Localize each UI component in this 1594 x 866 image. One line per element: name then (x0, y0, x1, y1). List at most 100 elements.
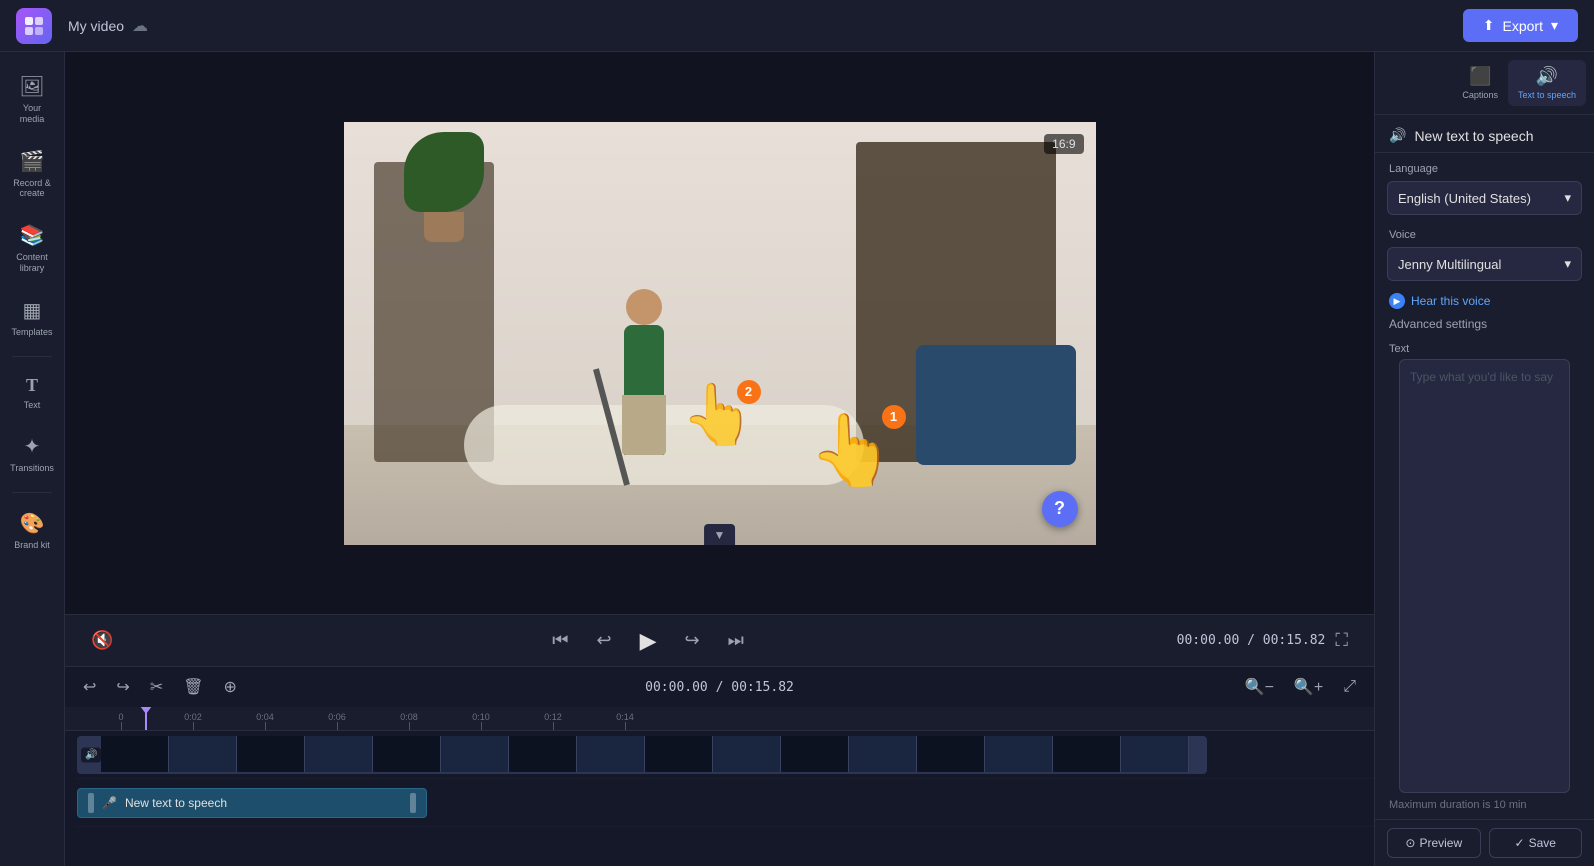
add-media-button[interactable]: ⊕ (218, 673, 243, 701)
sidebar-item-content-library[interactable]: 📚 Contentlibrary (3, 213, 61, 284)
export-button[interactable]: ⬆ Export ▾ (1463, 9, 1578, 42)
tts-panel-header: 🔊 New text to speech (1375, 115, 1594, 153)
language-select[interactable]: English (United States) ▾ (1387, 181, 1582, 215)
person-head (626, 289, 662, 325)
video-preview: 16:9 ? 👆 1 👆 2 (65, 52, 1374, 614)
captions-button[interactable]: ⬛ Captions (1452, 60, 1508, 106)
video-frame: 16:9 ? 👆 1 👆 2 (344, 122, 1096, 545)
ctrl-right: 00:00.00 / 00:15.82 ⛶ (1177, 624, 1354, 657)
ruler-marks: 0 0:02 0:04 0:06 (77, 707, 661, 730)
mute-button[interactable]: 🔇 (85, 624, 119, 657)
tts-text-section: Text (1375, 335, 1594, 793)
fit-button[interactable]: ⤢ (1337, 674, 1362, 700)
tts-tab-button[interactable]: 🔊 Text to speech (1508, 60, 1586, 106)
ruler-mark-7: 0:14 (589, 712, 661, 730)
video-thumb-7 (509, 736, 577, 772)
timeline-area: ↩ ↪ ✂ 🗑 ⊕ 00:00.00 / 00:15.82 🔍− 🔍+ ⤢ (65, 666, 1374, 866)
topbar: My video ☁ ⬆ Export ▾ (0, 0, 1594, 52)
advanced-settings-button[interactable]: Advanced settings (1375, 313, 1594, 335)
export-icon: ⬆ (1483, 17, 1495, 34)
forward-button[interactable]: ↪ (679, 624, 706, 657)
ctrl-left: 🔇 (85, 624, 119, 657)
aspect-ratio-badge: 16:9 (1044, 134, 1083, 154)
delete-button[interactable]: 🗑 (177, 673, 209, 701)
voice-label: Voice (1375, 225, 1594, 247)
transitions-icon: ✦ (24, 434, 41, 459)
preview-button[interactable]: ⊙ Preview (1387, 828, 1481, 858)
preview-collapse-btn[interactable]: ▼ (704, 524, 736, 545)
sidebar-item-brand-kit[interactable]: 🎨 Brand kit (3, 501, 61, 561)
ruler-mark-4: 0:08 (373, 712, 445, 730)
tts-track-left-handle[interactable] (88, 793, 94, 813)
ruler-mark-1: 0:02 (157, 712, 229, 730)
library-icon: 📚 (20, 223, 45, 248)
templates-icon: ▦ (23, 298, 42, 323)
zoom-out-button[interactable]: 🔍− (1239, 673, 1280, 701)
video-thumb-5 (373, 736, 441, 772)
right-panel-top-tabs: ⬛ Captions 🔊 Text to speech (1375, 52, 1594, 115)
redo-button[interactable]: ↪ (110, 673, 135, 701)
save-button[interactable]: ✓ Save (1489, 828, 1583, 858)
skip-forward-button[interactable]: ⏭ (722, 624, 750, 657)
save-icon: ✓ (1515, 836, 1525, 850)
plant (404, 132, 484, 232)
video-thumb-3 (237, 736, 305, 772)
collapse-icon: ▼ (714, 528, 726, 542)
video-track-row: 🔊 (77, 731, 1374, 779)
tts-panel-header-icon: 🔊 (1389, 127, 1406, 144)
help-button[interactable]: ? (1042, 491, 1078, 527)
ruler-mark-3: 0:06 (301, 712, 373, 730)
playhead (145, 707, 147, 730)
video-thumb-11 (781, 736, 849, 772)
text-icon: T (26, 375, 38, 396)
right-panel: ⬛ Captions 🔊 Text to speech 🔊 New text t… (1374, 52, 1594, 866)
tts-track-icon: 🎤 (102, 796, 117, 810)
cut-button[interactable]: ✂ (144, 673, 169, 701)
app-logo (16, 8, 52, 44)
sidebar-item-templates[interactable]: ▦ Templates (3, 288, 61, 348)
undo-button[interactable]: ↩ (77, 673, 102, 701)
center-area: 16:9 ? 👆 1 👆 2 (65, 52, 1374, 866)
panel-actions: ⊙ Preview ✓ Save (1375, 819, 1594, 866)
sidebar-divider-2 (12, 492, 52, 493)
sidebar-item-record-create[interactable]: 🎬 Record &create (3, 139, 61, 210)
sidebar-item-text[interactable]: T Text (3, 365, 61, 421)
help-icon: ? (1054, 498, 1065, 519)
zoom-in-button[interactable]: 🔍+ (1288, 673, 1329, 701)
sidebar-item-your-media[interactable]: 🖼 Your media (3, 64, 61, 135)
tts-track[interactable]: 🎤 New text to speech (77, 788, 427, 818)
play-button[interactable]: ▶ (634, 622, 663, 660)
timeline-ruler: 0 0:02 0:04 0:06 (65, 707, 1374, 731)
timeline-toolbar: ↩ ↪ ✂ 🗑 ⊕ 00:00.00 / 00:15.82 🔍− 🔍+ ⤢ (65, 667, 1374, 707)
tts-tab-icon: 🔊 (1536, 66, 1558, 87)
play-voice-icon: ▶ (1389, 293, 1405, 309)
time-display: 00:00.00 / 00:15.82 (1177, 633, 1326, 648)
voice-select[interactable]: Jenny Multilingual ▾ (1387, 247, 1582, 281)
tts-track-right-handle[interactable] (410, 793, 416, 813)
project-name: My video ☁ (68, 16, 148, 36)
text-area-wrap (1375, 359, 1594, 793)
hear-this-voice-button[interactable]: ▶ Hear this voice (1375, 289, 1594, 313)
timeline-tracks: 🔊 (65, 731, 1374, 866)
plant-leaves (404, 132, 484, 212)
tts-text-input[interactable] (1399, 359, 1570, 793)
language-chevron-icon: ▾ (1564, 190, 1571, 206)
video-thumb-8 (577, 736, 645, 772)
video-thumb-15 (1053, 736, 1121, 772)
sidebar-item-transitions[interactable]: ✦ Transitions (3, 424, 61, 484)
skip-back-button[interactable]: ⏮ (546, 624, 574, 657)
video-track[interactable]: 🔊 (77, 736, 1207, 774)
sofa (916, 345, 1076, 465)
sidebar-divider (12, 356, 52, 357)
max-duration-note: Maximum duration is 10 min (1375, 793, 1594, 819)
text-label: Text (1375, 335, 1594, 359)
person-legs (622, 395, 666, 455)
cloud-icon: ☁ (132, 16, 148, 36)
rewind-button[interactable]: ↩ (590, 624, 617, 657)
person (604, 255, 684, 455)
fullscreen-button[interactable]: ⛶ (1329, 624, 1354, 657)
video-thumb-14 (985, 736, 1053, 772)
tts-track-row: 🎤 New text to speech (77, 779, 1374, 827)
ruler-mark-2: 0:04 (229, 712, 301, 730)
video-thumb-13 (917, 736, 985, 772)
